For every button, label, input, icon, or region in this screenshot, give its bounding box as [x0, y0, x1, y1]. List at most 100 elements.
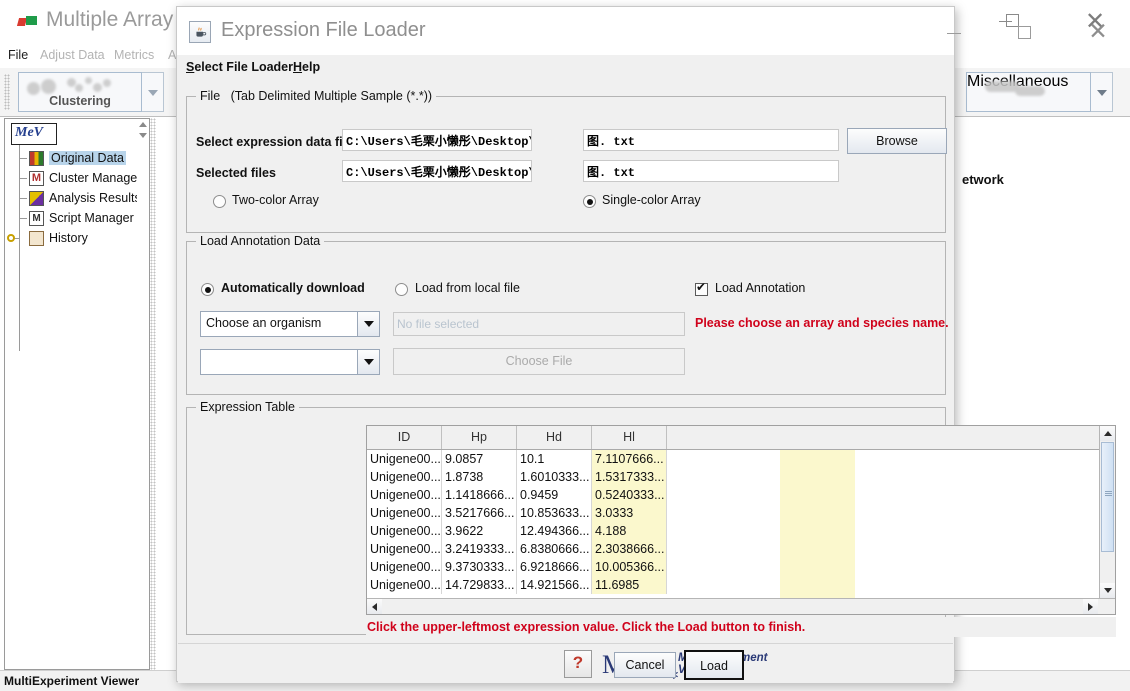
menu-adjust-data[interactable]: Adjust Data	[40, 48, 105, 62]
table-cell[interactable]: 7.1107666...	[592, 450, 667, 468]
table-row[interactable]: Unigene00... 9.3730333... 6.9218666... 10.0…	[367, 558, 1115, 576]
table-cell[interactable]: 3.9622	[442, 522, 517, 540]
sidebar-item-label: History	[49, 231, 88, 245]
chevron-down-icon-miscellaneous[interactable]	[1091, 72, 1113, 112]
organism-select[interactable]: Choose an organism	[200, 311, 380, 337]
scrollbar-thumb[interactable]	[1101, 442, 1114, 552]
table-cell[interactable]: 10.1	[517, 450, 592, 468]
column-header-hd[interactable]: Hd	[517, 426, 592, 449]
chevron-down-icon-clustering[interactable]	[142, 72, 164, 112]
array-select[interactable]	[200, 349, 380, 375]
cancel-button[interactable]: Cancel	[614, 652, 676, 678]
scroll-up-icon[interactable]	[1100, 426, 1115, 441]
browse-button[interactable]: Browse	[847, 128, 947, 154]
scroll-left-icon[interactable]	[367, 599, 382, 614]
table-cell[interactable]: 14.921566...	[517, 576, 592, 594]
automatically-download-radio[interactable]	[201, 283, 214, 296]
table-cell[interactable]: Unigene00...	[367, 468, 442, 486]
table-cell[interactable]: 2.3038666...	[592, 540, 667, 558]
table-cell[interactable]: 6.8380666...	[517, 540, 592, 558]
help-button[interactable]: ?	[564, 650, 592, 678]
table-cell[interactable]: 1.8738	[442, 468, 517, 486]
column-header-hl[interactable]: Hl	[592, 426, 667, 449]
table-cell[interactable]: Unigene00...	[367, 486, 442, 504]
table-cell[interactable]: 3.0333	[592, 504, 667, 522]
scroll-right-icon[interactable]	[1083, 599, 1098, 614]
sidebar-item-label: Original Data	[49, 151, 126, 165]
history-expand-handle[interactable]	[7, 234, 15, 242]
table-cell[interactable]: Unigene00...	[367, 540, 442, 558]
annotation-error-message: Please choose an array and species name.	[695, 316, 949, 330]
table-vertical-scrollbar[interactable]	[1099, 426, 1115, 598]
column-header-id[interactable]: ID	[367, 426, 442, 449]
column-header-hp[interactable]: Hp	[442, 426, 517, 449]
dialog-minimize-icon[interactable]	[934, 19, 980, 45]
table-cell[interactable]: 6.9218666...	[517, 558, 592, 576]
expression-table[interactable]: ID Hp Hd Hl Unigene00... 9.0857 10.1 7.1107…	[366, 425, 1116, 615]
tree-scrollbar[interactable]	[137, 119, 149, 669]
table-row[interactable]: Unigene00... 3.2419333... 6.8380666... 2.30…	[367, 540, 1115, 558]
table-row[interactable]: Unigene00... 3.5217666... 10.853633... 3.03…	[367, 504, 1115, 522]
table-cell[interactable]: 12.494366...	[517, 522, 592, 540]
sidebar-item-label: Cluster Manager	[49, 171, 142, 185]
table-cell[interactable]: 0.5240333...	[592, 486, 667, 504]
table-cell[interactable]: Unigene00...	[367, 450, 442, 468]
tree-root-node[interactable]: MeV	[11, 123, 57, 145]
scroll-up-icon[interactable]	[139, 122, 147, 127]
toolbar-button-miscellaneous[interactable]: Miscellaneous	[966, 72, 1091, 112]
expression-file-loader-dialog: Expression File Loader ✕ Select File Loa…	[176, 6, 1116, 683]
table-row[interactable]: Unigene00... 3.9622 12.494366... 4.188	[367, 522, 1115, 540]
sidebar-item-label: Analysis Results	[49, 191, 141, 205]
table-cell[interactable]: 10.853633...	[517, 504, 592, 522]
expression-file-name-input[interactable]: 图. txt	[583, 129, 839, 151]
table-row[interactable]: Unigene00... 9.0857 10.1 7.1107666...	[367, 450, 1115, 468]
table-cell[interactable]: 14.729833...	[442, 576, 517, 594]
table-cell[interactable]: 1.5317333...	[592, 468, 667, 486]
load-button[interactable]: Load	[684, 650, 744, 680]
menu-help[interactable]: Help	[293, 60, 320, 74]
two-color-array-radio[interactable]	[213, 195, 226, 208]
toolbar-grip[interactable]	[4, 74, 10, 110]
selected-files-name-input[interactable]: 图. txt	[583, 160, 839, 182]
menu-file[interactable]: File	[8, 48, 28, 62]
table-cell[interactable]: 10.005366...	[592, 558, 667, 576]
menu-select-file-loader[interactable]: Select File Loader	[186, 60, 293, 74]
toolbar-button-clustering[interactable]: Clustering	[18, 72, 142, 112]
table-cell[interactable]: 1.1418666...	[442, 486, 517, 504]
single-color-array-radio[interactable]	[583, 195, 596, 208]
table-cell[interactable]: Unigene00...	[367, 522, 442, 540]
table-cell[interactable]: 3.5217666...	[442, 504, 517, 522]
table-cell[interactable]: 3.2419333...	[442, 540, 517, 558]
split-pane-divider[interactable]	[150, 118, 156, 670]
table-cell[interactable]: 9.3730333...	[442, 558, 517, 576]
table-cell[interactable]: Unigene00...	[367, 576, 442, 594]
table-cell[interactable]: Unigene00...	[367, 558, 442, 576]
load-annotation-checkbox[interactable]	[695, 280, 708, 296]
java-cup-svg	[196, 27, 207, 37]
table-horizontal-scrollbar[interactable]	[367, 598, 1115, 614]
table-row[interactable]: Unigene00... 1.8738 1.6010333... 1.5317333.…	[367, 468, 1115, 486]
menu-metrics[interactable]: Metrics	[114, 48, 154, 62]
table-cell[interactable]: 1.6010333...	[517, 468, 592, 486]
table-row[interactable]: Unigene00... 1.1418666... 0.9459 0.5240333.…	[367, 486, 1115, 504]
navigation-tree: MeV Original Data M Cluster Manager Anal…	[4, 118, 150, 670]
hint-bar: Click the upper-leftmost expression valu…	[366, 617, 1116, 637]
table-cell[interactable]: 11.6985	[592, 576, 667, 594]
table-cell[interactable]: 9.0857	[442, 450, 517, 468]
dialog-close-icon[interactable]: ✕	[1075, 19, 1121, 45]
chevron-down-icon-array[interactable]	[357, 350, 379, 374]
history-scroll-icon	[29, 231, 44, 246]
selected-files-path-input[interactable]: C:\Users\毛栗小懒彤\Desktop\	[342, 160, 532, 182]
scroll-down-icon[interactable]	[139, 133, 147, 138]
choose-file-button[interactable]: Choose File	[393, 348, 685, 375]
load-from-local-file-radio[interactable]	[395, 283, 408, 296]
table-cell[interactable]: Unigene00...	[367, 504, 442, 522]
scroll-down-icon[interactable]	[1100, 583, 1115, 598]
annotation-file-input[interactable]: No file selected	[393, 312, 685, 336]
table-row[interactable]: Unigene00... 14.729833... 14.921566... 11.6…	[367, 576, 1115, 594]
chevron-down-icon-organism[interactable]	[357, 312, 379, 336]
table-cell[interactable]: 4.188	[592, 522, 667, 540]
table-cell[interactable]: 0.9459	[517, 486, 592, 504]
expression-file-path-input[interactable]: C:\Users\毛栗小懒彤\Desktop\	[342, 129, 532, 151]
dialog-maximize-icon[interactable]	[1002, 19, 1048, 45]
